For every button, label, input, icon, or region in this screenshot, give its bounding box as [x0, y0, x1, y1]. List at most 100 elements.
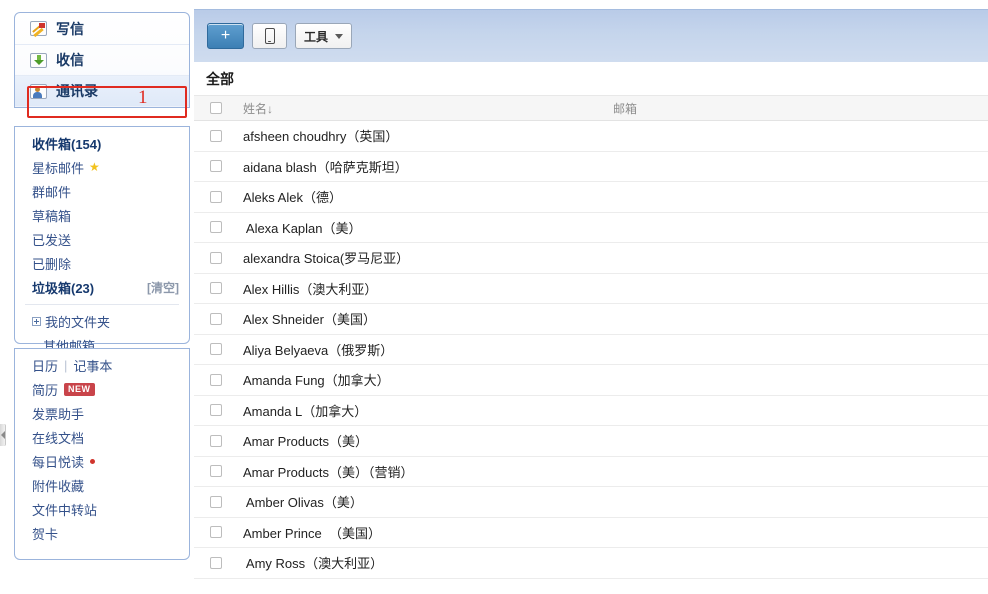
empty-trash-link[interactable]: [清空]	[147, 279, 179, 296]
contact-name: alexandra Stoica(罗马尼亚）	[243, 251, 410, 267]
contact-name: Amanda Fung（加拿大）	[243, 373, 390, 389]
folder-trash[interactable]: 垃圾箱(23) [清空]	[15, 275, 189, 299]
app-greeting-card[interactable]: 贺卡	[15, 521, 189, 545]
contacts-icon	[30, 83, 47, 99]
contacts-group-title: 全部	[194, 62, 988, 95]
column-header-name[interactable]: 姓名↓	[243, 100, 613, 117]
main-content: + 工具 全部 姓名↓ 邮箱 afsheen choudhry（英国） aidan…	[194, 0, 988, 594]
folder-starred[interactable]: 星标邮件 ★	[15, 155, 189, 179]
app-invoice-assistant[interactable]: 发票助手	[15, 401, 189, 425]
folders-divider	[25, 304, 179, 305]
row-checkbox[interactable]	[210, 495, 222, 508]
contact-name: Amber Olivas（美）	[243, 495, 363, 511]
row-checkbox[interactable]	[210, 312, 222, 325]
app-attachment-favorites[interactable]: 附件收藏	[15, 473, 189, 497]
row-checkbox[interactable]	[210, 129, 222, 142]
table-row[interactable]: Amanda L（加拿大）	[194, 396, 988, 426]
sidebar-item-receive[interactable]: 收信	[15, 44, 189, 75]
row-checkbox[interactable]	[210, 373, 222, 386]
app-separator: |	[64, 357, 68, 373]
app-calendar[interactable]: 日历	[32, 356, 58, 375]
table-row[interactable]: Amber Prince （美国）	[194, 518, 988, 548]
app-file-transfer[interactable]: 文件中转站	[15, 497, 189, 521]
compose-icon	[30, 21, 47, 36]
table-row[interactable]: Amanda Fung（加拿大）	[194, 365, 988, 396]
app-label: 附件收藏	[32, 478, 85, 494]
tools-dropdown-button[interactable]: 工具	[295, 23, 353, 49]
inbox-icon	[30, 52, 47, 68]
row-checkbox[interactable]	[210, 434, 222, 447]
folder-label: 草稿箱	[32, 208, 72, 224]
sidebar-item-compose[interactable]: 写信	[15, 13, 189, 44]
folder-label: 已发送	[32, 232, 72, 248]
folder-my-folders[interactable]: 我的文件夹	[15, 309, 189, 333]
left-sidebar: 写信 收信 通讯录 1 收件箱(154) 星标邮件 ★ 群邮件 草稿箱 已发送 …	[0, 0, 194, 594]
sidebar-apps-panel: 日历 | 记事本 简历 NEW 发票助手 在线文档 每日悦读 附件收藏 文件中转…	[14, 348, 190, 560]
table-row[interactable]: aidana blash（哈萨克斯坦）	[194, 152, 988, 182]
table-row[interactable]: Alex Hillis（澳大利亚）	[194, 274, 988, 304]
app-label: 在线文档	[32, 430, 85, 446]
sidebar-collapse-handle[interactable]	[0, 424, 6, 446]
table-row[interactable]: Aliya Belyaeva（俄罗斯）	[194, 335, 988, 365]
folder-inbox[interactable]: 收件箱(154)	[15, 131, 189, 155]
folder-label: 垃圾箱(23)	[32, 280, 95, 296]
contact-name: Amar Products（美）（营销）	[243, 464, 414, 480]
column-header-email[interactable]: 邮箱	[613, 100, 637, 117]
sidebar-item-contacts[interactable]: 通讯录	[15, 75, 189, 106]
add-contact-button[interactable]: +	[207, 23, 244, 49]
folder-label: 我的文件夹	[45, 314, 111, 330]
row-checkbox[interactable]	[210, 343, 222, 356]
plus-box-icon[interactable]	[32, 316, 41, 326]
contact-name: Aleks Alek（德）	[243, 190, 342, 206]
app-label: 发票助手	[32, 406, 85, 422]
table-row[interactable]: Amar Products（美）	[194, 426, 988, 457]
table-row[interactable]: Amar Products（美）（营销）	[194, 457, 988, 487]
row-checkbox[interactable]	[210, 404, 222, 417]
sidebar-item-label: 写信	[56, 20, 84, 37]
app-notebook[interactable]: 记事本	[73, 356, 112, 375]
folder-group-mail[interactable]: 群邮件	[15, 179, 189, 203]
chevron-down-icon	[335, 33, 344, 39]
plus-icon: +	[220, 27, 231, 44]
table-row[interactable]: Aleks Alek（德）	[194, 182, 988, 213]
folder-drafts[interactable]: 草稿箱	[15, 203, 189, 227]
sidebar-item-label: 通讯录	[56, 83, 98, 99]
row-checkbox[interactable]	[210, 526, 222, 539]
row-checkbox[interactable]	[210, 251, 222, 264]
row-checkbox[interactable]	[210, 160, 222, 173]
mail-app-window: 写信 收信 通讯录 1 收件箱(154) 星标邮件 ★ 群邮件 草稿箱 已发送 …	[0, 0, 988, 594]
mobile-contacts-button[interactable]	[252, 23, 287, 49]
app-daily-read[interactable]: 每日悦读	[15, 449, 189, 473]
app-online-doc[interactable]: 在线文档	[15, 425, 189, 449]
select-all-checkbox[interactable]	[210, 102, 222, 114]
table-row[interactable]: Alexa Kaplan（美）	[194, 213, 988, 243]
mobile-phone-icon	[264, 28, 275, 44]
app-label: 贺卡	[32, 526, 59, 542]
app-label: 简历	[32, 382, 59, 398]
sidebar-folders-panel: 收件箱(154) 星标邮件 ★ 群邮件 草稿箱 已发送 已删除 垃圾箱(23) …	[14, 126, 190, 354]
contact-name: afsheen choudhry（英国）	[243, 129, 399, 145]
contact-name: Amy Ross（澳大利亚）	[243, 556, 384, 572]
app-resume[interactable]: 简历 NEW	[15, 377, 189, 401]
table-row[interactable]: Amy Ross（澳大利亚）	[194, 548, 988, 579]
row-checkbox[interactable]	[210, 556, 222, 569]
table-row[interactable]: afsheen choudhry（英国）	[194, 121, 988, 152]
contacts-column-header: 姓名↓ 邮箱	[194, 95, 988, 121]
row-checkbox[interactable]	[210, 465, 222, 478]
folder-deleted[interactable]: 已删除	[15, 251, 189, 275]
group-title-text: 全部	[206, 70, 234, 87]
tools-label: 工具	[304, 29, 329, 44]
folder-label: 已删除	[32, 256, 72, 272]
row-checkbox[interactable]	[210, 221, 222, 234]
contacts-list: afsheen choudhry（英国） aidana blash（哈萨克斯坦） A…	[194, 121, 988, 579]
table-row[interactable]: Alex Shneider（美国）	[194, 304, 988, 335]
folder-sent[interactable]: 已发送	[15, 227, 189, 251]
sidebar-nav-panel: 写信 收信 通讯录	[14, 12, 190, 108]
row-checkbox[interactable]	[210, 190, 222, 203]
red-dot-icon	[90, 458, 96, 464]
table-row[interactable]: Amber Olivas（美）	[194, 487, 988, 518]
table-row[interactable]: alexandra Stoica(罗马尼亚）	[194, 243, 988, 274]
row-checkbox[interactable]	[210, 282, 222, 295]
annotation-step-number: 1	[138, 87, 148, 108]
contacts-toolbar: + 工具	[194, 9, 988, 62]
